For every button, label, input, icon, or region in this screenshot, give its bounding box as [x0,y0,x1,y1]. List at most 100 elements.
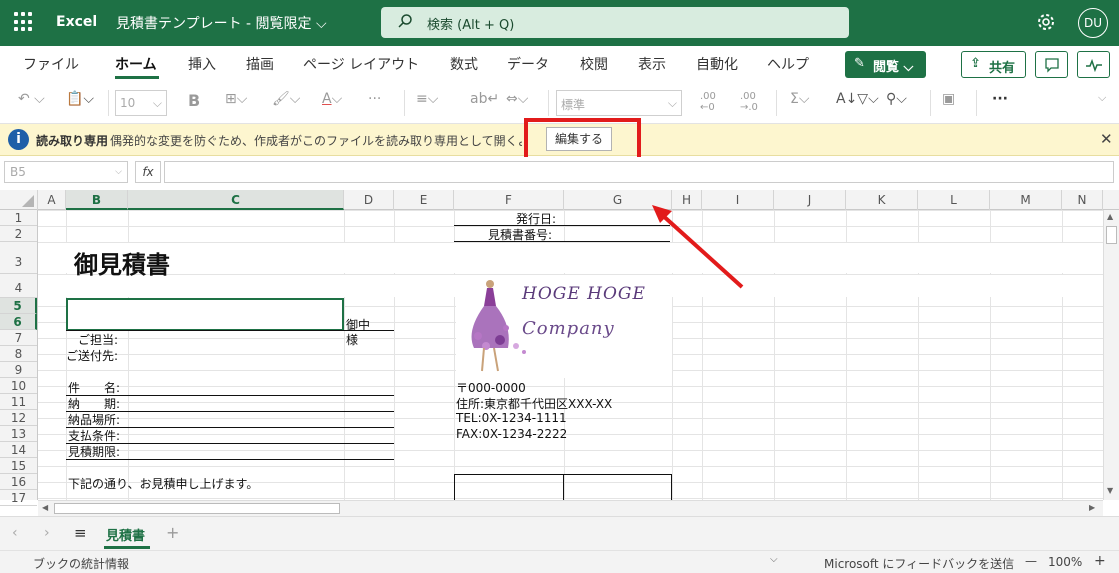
workbook-statistics[interactable]: ブックの統計情報 [33,555,129,572]
row-header[interactable]: 1 [0,210,37,226]
paste-icon[interactable]: 📋⌵ [66,91,94,115]
tab-draw[interactable]: 描画 [246,54,274,74]
app-name[interactable]: Excel [56,14,97,30]
comments-button[interactable] [1035,51,1068,78]
horizontal-scroll-thumb[interactable] [54,503,340,514]
row-header[interactable]: 2 [0,226,37,242]
add-sheet-button[interactable]: + [166,523,179,542]
logo-text-line2: Company [522,318,615,339]
row-header[interactable]: 6 [0,314,37,330]
sort-filter-icon[interactable]: A↓▽⌵ [836,91,879,115]
next-sheet-icon[interactable]: › [44,525,50,541]
autosum-icon[interactable]: Σ⌵ [790,91,809,115]
column-header[interactable]: B [66,190,128,210]
column-header[interactable]: K [846,190,918,210]
row-header[interactable]: 4 [0,274,37,298]
row-header[interactable]: 13 [0,426,37,442]
tab-insert[interactable]: 挿入 [188,54,216,74]
column-header[interactable]: D [344,190,394,210]
vertical-scroll-thumb[interactable] [1106,226,1117,244]
settings-gear-icon[interactable] [1036,12,1056,32]
column-header[interactable]: L [918,190,990,210]
row-header[interactable]: 12 [0,410,37,426]
document-title[interactable]: 見積書テンプレート - 閲覧限定 ⌵ [116,13,327,33]
tab-formulas[interactable]: 数式 [450,54,478,74]
app-launcher-icon[interactable] [14,12,34,32]
analyze-data-icon[interactable]: ▣ [942,91,955,115]
quote-number-underline [454,241,670,242]
column-header[interactable]: J [774,190,846,210]
scroll-down-icon[interactable]: ▼ [1107,486,1113,495]
column-header[interactable]: E [394,190,454,210]
collapse-ribbon-icon[interactable]: ⌵ [1098,91,1106,115]
tab-data[interactable]: データ [507,54,549,74]
row-header[interactable]: 14 [0,442,37,458]
worksheet-grid[interactable]: 発行日: 見積書番号: 御見積書 御中 様 ご担当: ご送付先: 件 名: 納 … [38,210,1103,500]
formula-input[interactable] [164,161,1114,183]
zoom-level[interactable]: 100% [1048,555,1082,569]
column-headers: A B C D E F G H I J K L M N [0,190,1119,210]
fill-color-icon[interactable]: 🖌⌵ [272,91,300,115]
column-header[interactable]: M [990,190,1062,210]
undo-icon[interactable]: ↶ ⌵ [18,91,45,115]
prev-sheet-icon[interactable]: ‹ [12,525,18,541]
horizontal-scrollbar[interactable]: ◀ ▶ [38,500,1103,516]
font-size-select[interactable]: 10 ⌵ [115,90,167,116]
row-header[interactable]: 9 [0,362,37,378]
scroll-right-icon[interactable]: ▶ [1089,503,1095,512]
bold-icon[interactable]: B [188,91,200,115]
row-header[interactable]: 8 [0,346,37,362]
column-header[interactable]: C [128,190,344,210]
merge-cells-icon[interactable]: ⇔⌵ [506,91,528,115]
all-sheets-menu-icon[interactable]: ≡ [74,524,87,542]
search-box[interactable]: 検索 (Alt + Q) [381,7,849,38]
number-format-select[interactable]: 標準 ⌵ [556,90,682,116]
scroll-up-icon[interactable]: ▲ [1107,212,1113,221]
column-header[interactable]: F [454,190,564,210]
row-header[interactable]: 10 [0,378,37,394]
scroll-left-icon[interactable]: ◀ [42,503,48,512]
user-avatar[interactable]: DU [1078,8,1108,38]
more-options-icon[interactable]: ··· [992,91,1008,115]
more-font-options-icon[interactable]: ··· [368,91,381,115]
zoom-in-button[interactable]: + [1094,553,1106,569]
vertical-scrollbar[interactable]: ▲ ▼ [1103,210,1119,500]
status-dropdown-icon[interactable]: ⌵ [770,554,778,565]
column-header[interactable]: A [38,190,66,210]
row-header[interactable]: 3 [0,242,37,274]
row-header[interactable]: 15 [0,458,37,474]
edit-workbook-button[interactable]: 編集する [546,127,612,151]
tab-file[interactable]: ファイル [23,54,79,74]
find-icon[interactable]: ⚲⌵ [886,91,907,115]
zoom-out-button[interactable]: — [1025,554,1037,568]
name-box[interactable]: B5 ⌵ [4,161,128,183]
column-header[interactable]: N [1062,190,1103,210]
tab-review[interactable]: 校閲 [580,54,608,74]
decrease-decimal-icon[interactable]: .00 →.0 [740,91,758,115]
wrap-text-icon[interactable]: ab↵ [470,91,499,115]
viewing-mode-button[interactable]: ✎ 閲覧 ⌵ [845,51,926,78]
row-header[interactable]: 5 [0,298,37,314]
row-header[interactable]: 11 [0,394,37,410]
feedback-link[interactable]: Microsoft にフィードバックを送信 [824,555,1014,572]
selected-cell-b5[interactable] [66,298,344,331]
font-color-icon[interactable]: A⌵ [322,91,342,115]
tab-view[interactable]: 表示 [638,54,666,74]
align-icon[interactable]: ≡⌵ [416,91,438,115]
close-icon[interactable]: ✕ [1100,130,1113,148]
tab-help[interactable]: ヘルプ [767,54,809,74]
row-header[interactable]: 16 [0,474,37,490]
select-all-corner[interactable] [0,190,38,210]
share-button[interactable]: ⇪ 共有 [961,51,1026,78]
tab-home[interactable]: ホーム [115,54,157,74]
sheet-tab-quote[interactable]: 見積書 [106,525,145,544]
increase-decimal-icon[interactable]: .00 ←0 [700,91,716,115]
tab-page-layout[interactable]: ページ レイアウト [303,54,419,74]
activity-button[interactable] [1077,51,1110,78]
row-header[interactable]: 17 [0,490,37,506]
activity-icon [1086,58,1102,72]
insert-function-icon[interactable]: fx [135,161,161,183]
borders-icon[interactable]: ⊞⌵ [225,91,247,115]
row-header[interactable]: 7 [0,330,37,346]
tab-automate[interactable]: 自動化 [696,54,738,74]
